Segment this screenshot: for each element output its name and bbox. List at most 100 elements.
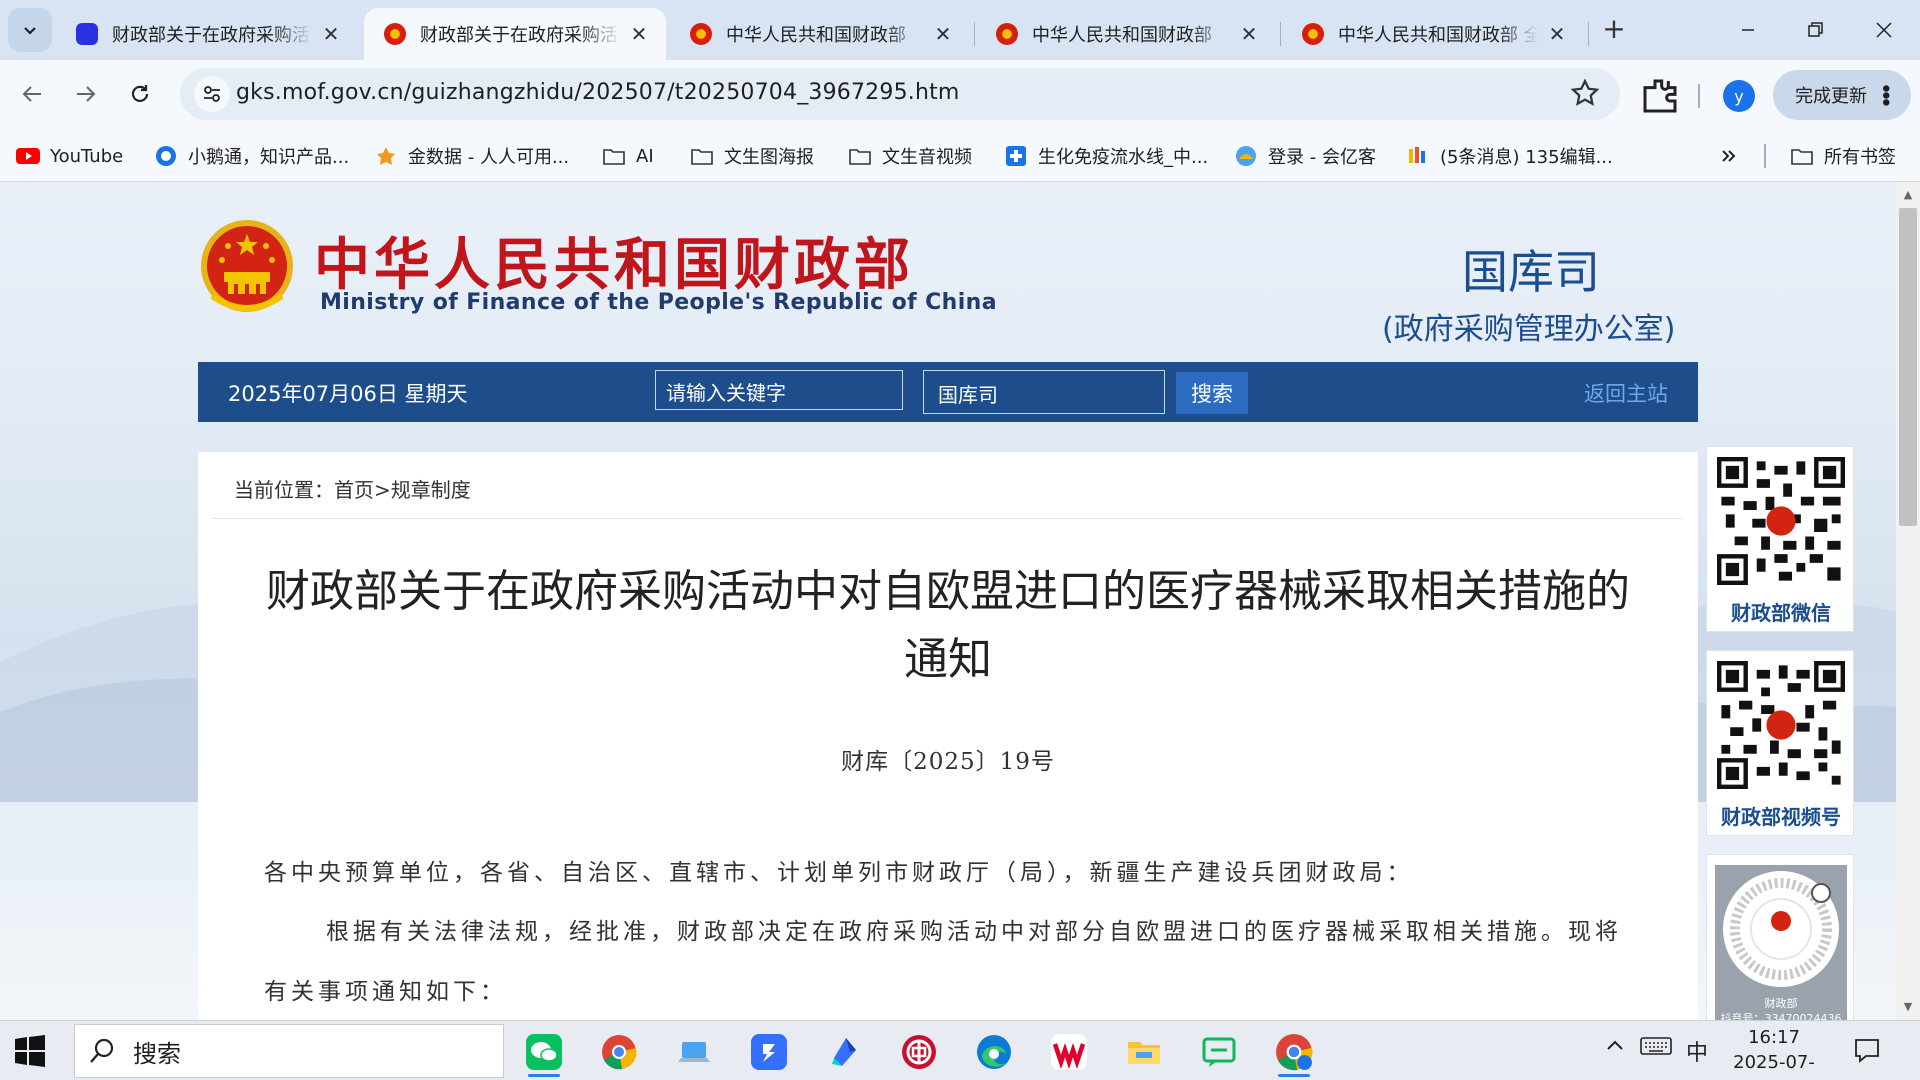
- national-emblem-logo: [201, 220, 293, 312]
- url-text[interactable]: gks.mof.gov.cn/guizhangzhidu/202507/t202…: [236, 80, 960, 105]
- taskbar-chrome[interactable]: [589, 1027, 649, 1077]
- taskbar-search-box[interactable]: 搜索: [74, 1024, 504, 1078]
- tab-2-active[interactable]: 财政部关于在政府采购活 ✕: [364, 8, 666, 60]
- bookmark-folder-ai[interactable]: AI: [602, 140, 654, 172]
- taskbar-chrome-profile[interactable]: [1264, 1027, 1324, 1077]
- bookmark-jinshuju[interactable]: 金数据 - 人人可用...: [374, 140, 569, 172]
- taskbar-dingtalk[interactable]: [739, 1027, 799, 1077]
- bookmark-folder-video[interactable]: 文生音视频: [848, 140, 972, 172]
- tab-separator: [974, 22, 975, 46]
- search-button[interactable]: 搜索: [1176, 372, 1248, 414]
- close-icon[interactable]: ✕: [1238, 22, 1260, 46]
- taskbar-wechat[interactable]: [514, 1027, 574, 1077]
- minimize-button[interactable]: [1718, 10, 1778, 50]
- close-icon[interactable]: ✕: [932, 22, 954, 46]
- scroll-down-arrow-icon[interactable]: ▼: [1899, 998, 1917, 1016]
- article-title: 财政部关于在政府采购活动中对自欧盟进口的医疗器械采取相关措施的通知: [266, 566, 1630, 685]
- update-button[interactable]: 完成更新 •••: [1773, 70, 1911, 120]
- taskbar-file-explorer[interactable]: [1114, 1027, 1174, 1077]
- back-button[interactable]: [12, 74, 52, 114]
- close-window-button[interactable]: [1854, 10, 1914, 50]
- tab-separator: [1588, 22, 1589, 46]
- ime-indicator[interactable]: 中: [1686, 1035, 1708, 1067]
- forward-button[interactable]: [66, 74, 106, 114]
- qr-code-icon: [1717, 661, 1845, 789]
- restore-button[interactable]: [1786, 10, 1846, 50]
- article-paragraph-line-2: 有关事项通知如下：: [264, 979, 507, 1005]
- tab-search-button[interactable]: [8, 8, 52, 52]
- breadcrumb[interactable]: 当前位置：首页>规章制度: [234, 474, 471, 503]
- site-nav-bar: 2025年07月06日 星期天 请输入关键字 国库司 搜索 返回主站: [198, 362, 1698, 422]
- taskbar-wps[interactable]: [1039, 1027, 1099, 1077]
- bookmarks-overflow-button[interactable]: [1720, 140, 1738, 172]
- folder-icon: [602, 144, 626, 168]
- file-explorer-icon: [1128, 1042, 1160, 1064]
- video-caption: 财政部视频号: [1721, 805, 1841, 829]
- windows-start-icon[interactable]: [14, 1035, 46, 1067]
- clock-time: 16:17: [1748, 1027, 1800, 1048]
- taskbar-feishu[interactable]: [814, 1027, 874, 1077]
- wechat-qr-card[interactable]: 财政部微信: [1706, 446, 1854, 632]
- return-home-link[interactable]: 返回主站: [1584, 378, 1668, 408]
- extensions-icon[interactable]: [1640, 76, 1680, 116]
- tab-4[interactable]: 中华人民共和国财政部 ✕: [976, 8, 1276, 60]
- site-info-button[interactable]: [194, 76, 230, 112]
- tab-3[interactable]: 中华人民共和国财政部 ✕: [670, 8, 970, 60]
- reload-button[interactable]: [120, 74, 160, 114]
- scroll-up-arrow-icon[interactable]: ▲: [1899, 186, 1917, 204]
- all-bookmarks-button[interactable]: 所有书签: [1790, 140, 1896, 172]
- site-name-cn: 中华人民共和国财政部: [314, 232, 914, 298]
- search-scope-select[interactable]: 国库司: [923, 370, 1165, 414]
- scrollbar-thumb[interactable]: [1899, 208, 1917, 526]
- baidu-paw-icon: [76, 23, 98, 45]
- bookmark-huiyike[interactable]: 登录 - 会亿客: [1234, 140, 1376, 172]
- new-tab-button[interactable]: +: [1596, 12, 1632, 48]
- chrome-profile-icon: [1276, 1034, 1313, 1071]
- address-bar[interactable]: gks.mof.gov.cn/guizhangzhidu/202507/t202…: [180, 68, 1620, 120]
- dingtalk-icon: [751, 1034, 787, 1070]
- douyin-qr-icon: [1723, 871, 1839, 987]
- close-icon: [1876, 22, 1892, 38]
- tab-5[interactable]: 中华人民共和国财政部 全 ✕: [1282, 8, 1584, 60]
- browser-toolbar: gks.mof.gov.cn/guizhangzhidu/202507/t202…: [0, 60, 1920, 130]
- tray-overflow-icon[interactable]: [1604, 1035, 1626, 1063]
- bookmark-biochem[interactable]: 生化免疫流水线_中...: [1004, 140, 1208, 172]
- douyin-qr-card[interactable]: 财政部 抖音号：33470024436: [1706, 854, 1854, 1020]
- video-qr-card[interactable]: 财政部视频号: [1706, 650, 1854, 836]
- profile-avatar[interactable]: y: [1723, 80, 1755, 112]
- web-page: 中华人民共和国财政部 Ministry of Finance of the Pe…: [0, 182, 1896, 1020]
- more-menu-icon[interactable]: •••: [1872, 82, 1897, 103]
- douyin-id: 抖音号：33470024436: [1720, 1012, 1842, 1020]
- bookmark-135-editor[interactable]: (5条消息) 135编辑...: [1406, 140, 1613, 172]
- bookmark-label: 生化免疫流水线_中...: [1038, 147, 1209, 168]
- tab-title: 中华人民共和国财政部 全: [1338, 25, 1538, 46]
- notification-icon[interactable]: [1854, 1037, 1880, 1069]
- keyword-search-input[interactable]: 请输入关键字: [655, 370, 903, 410]
- all-bookmarks-label: 所有书签: [1824, 147, 1896, 168]
- tab-1[interactable]: 财政部关于在政府采购活 ✕: [56, 8, 358, 60]
- bookmark-label: 金数据 - 人人可用...: [408, 147, 570, 168]
- bookmark-folder-poster[interactable]: 文生图海报: [690, 140, 814, 172]
- taskbar-bank-app[interactable]: [889, 1027, 949, 1077]
- taskbar-edge[interactable]: [964, 1027, 1024, 1077]
- article-panel: 当前位置：首页>规章制度 财政部关于在政府采购活动中对自欧盟进口的医疗器械采取相…: [198, 452, 1698, 1020]
- close-icon[interactable]: ✕: [1546, 22, 1568, 46]
- toolbar-divider: [1698, 84, 1700, 108]
- close-icon[interactable]: ✕: [628, 22, 650, 46]
- bookmark-label: 文生音视频: [882, 147, 972, 168]
- update-label: 完成更新: [1795, 86, 1867, 107]
- edge-icon: [977, 1035, 1011, 1069]
- windows-taskbar: 搜索 中 16:17 2025-07-06: [0, 1020, 1920, 1080]
- wechat-icon: [526, 1034, 562, 1070]
- close-icon[interactable]: ✕: [320, 22, 342, 46]
- keyboard-icon[interactable]: [1640, 1035, 1672, 1063]
- running-indicator: [1278, 1074, 1310, 1077]
- bookmark-label: YouTube: [50, 145, 124, 167]
- bookmark-youtube[interactable]: YouTube: [16, 140, 123, 172]
- taskbar-messaging-app[interactable]: [1189, 1027, 1249, 1077]
- bookmark-xiaoe[interactable]: 小鹅通，知识产品...: [154, 140, 349, 172]
- reload-icon: [131, 85, 149, 102]
- taskbar-laptop-app[interactable]: [664, 1027, 724, 1077]
- system-clock[interactable]: 16:17 2025-07-06: [1724, 1025, 1824, 1080]
- bookmark-star-icon[interactable]: [1570, 78, 1600, 108]
